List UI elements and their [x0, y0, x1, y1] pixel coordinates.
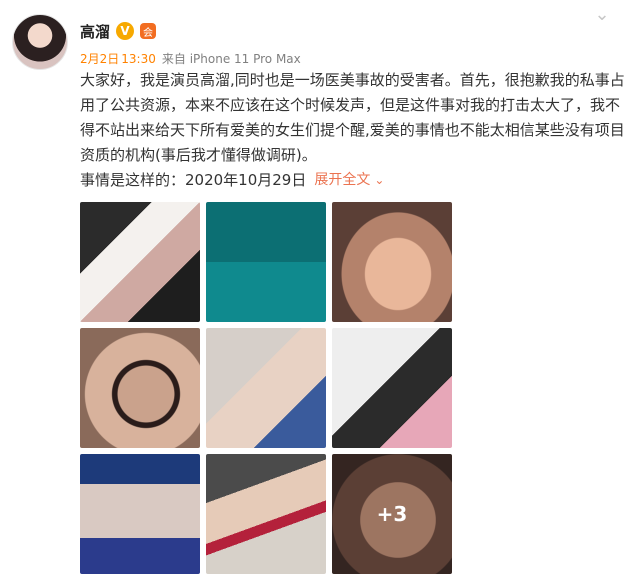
- post-image[interactable]: [80, 454, 200, 574]
- more-options-button[interactable]: ⌄: [582, 3, 622, 25]
- post-meta: 2月2日 13:30 来自 iPhone 11 Pro Max: [80, 50, 301, 67]
- ellipsis-icon: ⌄: [594, 3, 610, 25]
- username[interactable]: 高溜: [80, 21, 110, 42]
- post-header: 高溜 V 会: [80, 18, 157, 44]
- post-time[interactable]: 13:30: [121, 52, 156, 66]
- post-image[interactable]: [206, 202, 326, 322]
- more-images-overlay[interactable]: +3: [332, 454, 452, 574]
- member-icon: 会: [140, 23, 157, 39]
- expand-full-text-button[interactable]: 展开全文 ⌄: [314, 168, 384, 193]
- post-source: 来自 iPhone 11 Pro Max: [161, 52, 301, 66]
- post-image[interactable]: [332, 328, 452, 448]
- avatar[interactable]: [12, 14, 68, 70]
- post-text: 大家好，我是演员高溜,同时也是一场医美事故的受害者。首先，很抱歉我的私事占用了公…: [80, 71, 625, 164]
- post-image[interactable]: [332, 202, 452, 322]
- image-grid: +3: [80, 202, 452, 574]
- post-text-tail: 事情是这样的：2020年10月29日: [80, 171, 307, 189]
- post-content: 大家好，我是演员高溜,同时也是一场医美事故的受害者。首先，很抱歉我的私事占用了公…: [80, 68, 628, 193]
- chevron-down-icon: ⌄: [374, 173, 385, 187]
- expand-label: 展开全文: [314, 172, 371, 188]
- post-image[interactable]: [80, 202, 200, 322]
- post-image[interactable]: [80, 328, 200, 448]
- post-image[interactable]: [206, 454, 326, 574]
- post-image[interactable]: +3: [332, 454, 452, 574]
- post-date[interactable]: 2月2日: [80, 50, 119, 67]
- verified-icon: V: [116, 22, 135, 40]
- post-image[interactable]: [206, 328, 326, 448]
